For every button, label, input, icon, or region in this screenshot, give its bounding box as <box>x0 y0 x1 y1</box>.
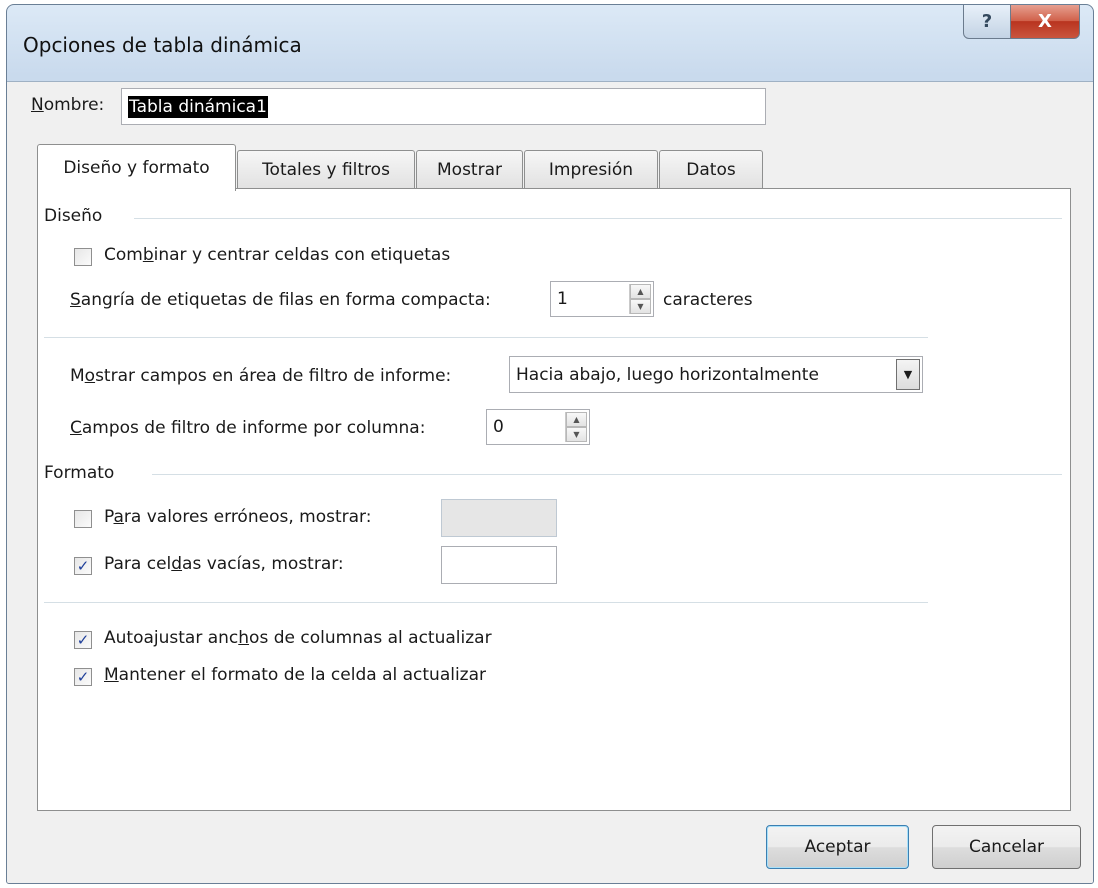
check-icon: ✓ <box>76 630 90 649</box>
filter-area-label: Mostrar campos en área de filtro de info… <box>70 366 452 386</box>
filter-area-select[interactable]: Hacia abajo, luego horizontalmente ▼ <box>509 356 923 393</box>
dialog-body: Nombre: Tabla dinámica1 Diseño y formato… <box>7 81 1093 883</box>
close-icon: X <box>1038 10 1052 32</box>
spin-down-icon[interactable]: ▼ <box>630 299 651 314</box>
filter-per-column-value: 0 <box>493 417 504 437</box>
section-title-formato: Formato <box>44 463 115 483</box>
error-values-input[interactable] <box>441 499 557 537</box>
indent-label: Sangría de etiquetas de filas en forma c… <box>70 290 491 310</box>
check-icon: ✓ <box>76 556 90 575</box>
empty-cells-input[interactable] <box>441 546 557 584</box>
preserve-format-label[interactable]: Mantener el formato de la celda al actua… <box>104 665 486 685</box>
divider <box>44 337 928 338</box>
name-input[interactable]: Tabla dinámica1 <box>121 88 766 125</box>
filter-area-value: Hacia abajo, luego horizontalmente <box>516 364 819 385</box>
indent-spin[interactable]: ▲ ▼ <box>629 284 651 314</box>
help-button[interactable]: ? <box>963 5 1011 39</box>
tab-panel: Diseño Combinar y centrar celdas con eti… <box>37 188 1071 811</box>
merge-cells-label[interactable]: Combinar y centrar celdas con etiquetas <box>104 245 450 265</box>
dialog-title: Opciones de tabla dinámica <box>23 33 302 57</box>
error-values-label[interactable]: Para valores erróneos, mostrar: <box>104 507 371 527</box>
preserve-format-checkbox[interactable]: ✓ <box>74 668 92 686</box>
tab-diseno-formato[interactable]: Diseño y formato <box>37 144 236 191</box>
close-button[interactable]: X <box>1010 5 1080 39</box>
spin-down-icon[interactable]: ▼ <box>566 427 587 442</box>
merge-cells-checkbox[interactable] <box>74 248 92 266</box>
ok-button[interactable]: Aceptar <box>766 825 909 869</box>
name-label: Nombre: <box>31 95 105 115</box>
check-icon: ✓ <box>76 667 90 686</box>
spin-up-icon[interactable]: ▲ <box>566 412 587 427</box>
error-values-checkbox[interactable] <box>74 510 92 528</box>
empty-cells-checkbox[interactable]: ✓ <box>74 557 92 575</box>
filter-per-column-spin[interactable]: ▲ ▼ <box>565 412 587 442</box>
divider <box>44 602 928 603</box>
filter-per-column-stepper[interactable]: 0 ▲ ▼ <box>486 409 590 445</box>
indent-unit: caracteres <box>663 290 753 310</box>
autofit-checkbox[interactable]: ✓ <box>74 631 92 649</box>
tab-impresion[interactable]: Impresión <box>524 150 658 188</box>
autofit-label[interactable]: Autoajustar anchos de columnas al actual… <box>104 628 492 648</box>
section-title-diseno: Diseño <box>44 206 103 226</box>
title-bar[interactable]: Opciones de tabla dinámica ? X <box>7 5 1093 81</box>
chevron-down-icon[interactable]: ▼ <box>896 359 920 390</box>
filter-per-column-label: Campos de filtro de informe por columna: <box>70 418 426 438</box>
section-divider <box>134 218 1062 219</box>
indent-value: 1 <box>557 289 568 309</box>
spin-up-icon[interactable]: ▲ <box>630 284 651 299</box>
empty-cells-label[interactable]: Para celdas vacías, mostrar: <box>104 554 344 574</box>
indent-stepper[interactable]: 1 ▲ ▼ <box>550 281 654 317</box>
tab-totales-filtros[interactable]: Totales y filtros <box>237 150 415 188</box>
cancel-button[interactable]: Cancelar <box>932 825 1081 869</box>
help-icon: ? <box>981 10 993 32</box>
dialog-window: Opciones de tabla dinámica ? X Nombre: T… <box>6 4 1094 884</box>
tab-mostrar[interactable]: Mostrar <box>416 150 523 188</box>
section-divider <box>152 474 1062 475</box>
tab-datos[interactable]: Datos <box>659 150 763 188</box>
name-input-value: Tabla dinámica1 <box>128 95 268 118</box>
